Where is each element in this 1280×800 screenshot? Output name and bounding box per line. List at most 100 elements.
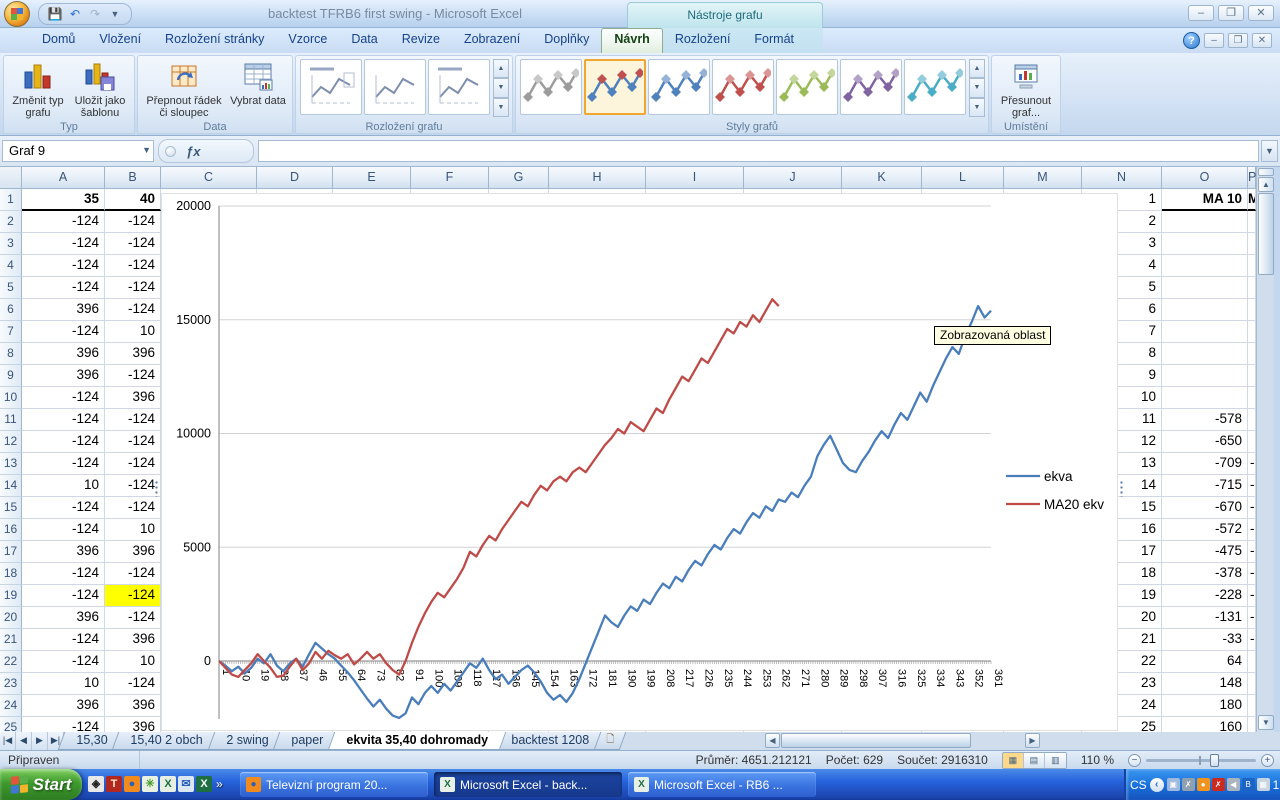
- row-header-1[interactable]: 1: [0, 189, 22, 211]
- row-header-11[interactable]: 11: [0, 409, 22, 431]
- row-header-14[interactable]: 14: [0, 475, 22, 497]
- cell-A1[interactable]: 35: [22, 189, 105, 211]
- zoom-out-icon[interactable]: −: [1128, 753, 1141, 767]
- cell-P23[interactable]: [1248, 673, 1256, 695]
- row-header-10[interactable]: 10: [0, 387, 22, 409]
- cell-O4[interactable]: [1162, 255, 1248, 277]
- column-header-g[interactable]: G: [489, 167, 549, 189]
- cell-A7[interactable]: -124: [22, 321, 105, 343]
- vertical-scrollbar[interactable]: ▲ ▼: [1256, 167, 1274, 732]
- chart-style-option-7[interactable]: [904, 59, 966, 115]
- cell-P12[interactable]: [1248, 431, 1256, 453]
- column-header-h[interactable]: H: [549, 167, 646, 189]
- minimize-button[interactable]: –: [1188, 5, 1214, 21]
- cell-A4[interactable]: -124: [22, 255, 105, 277]
- tab-doplnky[interactable]: Doplňky: [532, 28, 601, 53]
- tab-navrh[interactable]: Návrh: [601, 28, 663, 53]
- name-box[interactable]: Graf 9 ▼: [2, 140, 154, 162]
- scroll-up-icon[interactable]: ▲: [1258, 177, 1274, 192]
- tab-vlozeni[interactable]: Vložení: [87, 28, 153, 53]
- insert-worksheet-icon[interactable]: 🗋: [593, 732, 626, 750]
- chart-style-option-5[interactable]: [776, 59, 838, 115]
- cell-B17[interactable]: 396: [105, 541, 161, 563]
- quicklaunch-icon-1[interactable]: ◈: [88, 776, 104, 792]
- column-header-b[interactable]: B: [105, 167, 161, 189]
- scroll-right-icon[interactable]: ▶: [1025, 733, 1040, 748]
- row-header-8[interactable]: 8: [0, 343, 22, 365]
- cell-A11[interactable]: -124: [22, 409, 105, 431]
- gallery-up-icon[interactable]: ▲: [493, 59, 509, 79]
- sheet-nav-icon-3[interactable]: ▶: [32, 732, 48, 750]
- series-line-ma20-ekv[interactable]: [218, 298, 780, 679]
- column-header-a[interactable]: A: [22, 167, 105, 189]
- tab-domu[interactable]: Domů: [30, 28, 87, 53]
- change-chart-type-button[interactable]: Změnit typ grafu: [7, 58, 69, 120]
- cell-P22[interactable]: [1248, 651, 1256, 673]
- tray-chevron-icon[interactable]: ‹: [1149, 777, 1164, 792]
- cell-O18[interactable]: -378: [1162, 563, 1248, 585]
- cell-O5[interactable]: [1162, 277, 1248, 299]
- tab-rozlozeni-stranky[interactable]: Rozložení stránky: [153, 28, 276, 53]
- sheet-nav-icon-1[interactable]: |◀: [0, 732, 16, 750]
- cell-B10[interactable]: 396: [105, 387, 161, 409]
- cell-O11[interactable]: -578: [1162, 409, 1248, 431]
- tab-rozlozeni[interactable]: Rozložení: [663, 28, 743, 53]
- cell-P20[interactable]: -: [1248, 607, 1256, 629]
- move-chart-button[interactable]: Přesunout graf...: [995, 58, 1057, 120]
- cell-O15[interactable]: -670: [1162, 497, 1248, 519]
- cell-O10[interactable]: [1162, 387, 1248, 409]
- cell-B6[interactable]: -124: [105, 299, 161, 321]
- cell-O20[interactable]: -131: [1162, 607, 1248, 629]
- zoom-thumb[interactable]: [1210, 753, 1219, 767]
- tray-security-icon[interactable]: ✗: [1211, 778, 1225, 791]
- cell-B25[interactable]: 396: [105, 717, 161, 732]
- cell-P21[interactable]: -: [1248, 629, 1256, 651]
- row-header-24[interactable]: 24: [0, 695, 22, 717]
- cell-A19[interactable]: -124: [22, 585, 105, 607]
- cell-A14[interactable]: 10: [22, 475, 105, 497]
- cell-O12[interactable]: -650: [1162, 431, 1248, 453]
- tab-revize[interactable]: Revize: [390, 28, 452, 53]
- cell-B18[interactable]: -124: [105, 563, 161, 585]
- cell-B12[interactable]: -124: [105, 431, 161, 453]
- row-header-18[interactable]: 18: [0, 563, 22, 585]
- hscrollbar-thumb[interactable]: [781, 733, 971, 748]
- select-all-corner[interactable]: [0, 167, 22, 189]
- chart-layout-option-3[interactable]: [428, 59, 490, 115]
- cell-O16[interactable]: -572: [1162, 519, 1248, 541]
- cell-B11[interactable]: -124: [105, 409, 161, 431]
- cell-A12[interactable]: -124: [22, 431, 105, 453]
- page-break-view-button[interactable]: ▥: [1044, 752, 1066, 768]
- row-header-21[interactable]: 21: [0, 629, 22, 651]
- cell-B22[interactable]: 10: [105, 651, 161, 673]
- cell-B15[interactable]: -124: [105, 497, 161, 519]
- tab-zobrazeni[interactable]: Zobrazení: [452, 28, 532, 53]
- cell-B14[interactable]: -124: [105, 475, 161, 497]
- cell-A18[interactable]: -124: [22, 563, 105, 585]
- row-header-2[interactable]: 2: [0, 211, 22, 233]
- cell-P25[interactable]: [1248, 717, 1256, 732]
- cell-B9[interactable]: -124: [105, 365, 161, 387]
- cell-O9[interactable]: [1162, 365, 1248, 387]
- gallery-more-icon[interactable]: ▼: [493, 97, 509, 117]
- cell-O3[interactable]: [1162, 233, 1248, 255]
- column-header-o[interactable]: O: [1162, 167, 1248, 189]
- cell-P3[interactable]: [1248, 233, 1256, 255]
- row-header-6[interactable]: 6: [0, 299, 22, 321]
- quicklaunch-icon-5[interactable]: X: [160, 776, 176, 792]
- tray-audio-icon[interactable]: ◀: [1226, 778, 1240, 791]
- cell-O21[interactable]: -33: [1162, 629, 1248, 651]
- chart-style-option-6[interactable]: [840, 59, 902, 115]
- row-header-16[interactable]: 16: [0, 519, 22, 541]
- cell-P8[interactable]: [1248, 343, 1256, 365]
- cell-A15[interactable]: -124: [22, 497, 105, 519]
- cell-P14[interactable]: -: [1248, 475, 1256, 497]
- row-header-25[interactable]: 25: [0, 717, 22, 732]
- cell-P1[interactable]: M: [1248, 189, 1256, 211]
- cell-P4[interactable]: [1248, 255, 1256, 277]
- cell-B1[interactable]: 40: [105, 189, 161, 211]
- chart-graf-9[interactable]: 0 5000 10000 15000 20000 1 10 19 28 37 46 55 64 73 82 9…: [161, 193, 1118, 731]
- cell-O23[interactable]: 148: [1162, 673, 1248, 695]
- cell-A20[interactable]: 396: [22, 607, 105, 629]
- select-data-button[interactable]: Vybrat data: [227, 58, 289, 120]
